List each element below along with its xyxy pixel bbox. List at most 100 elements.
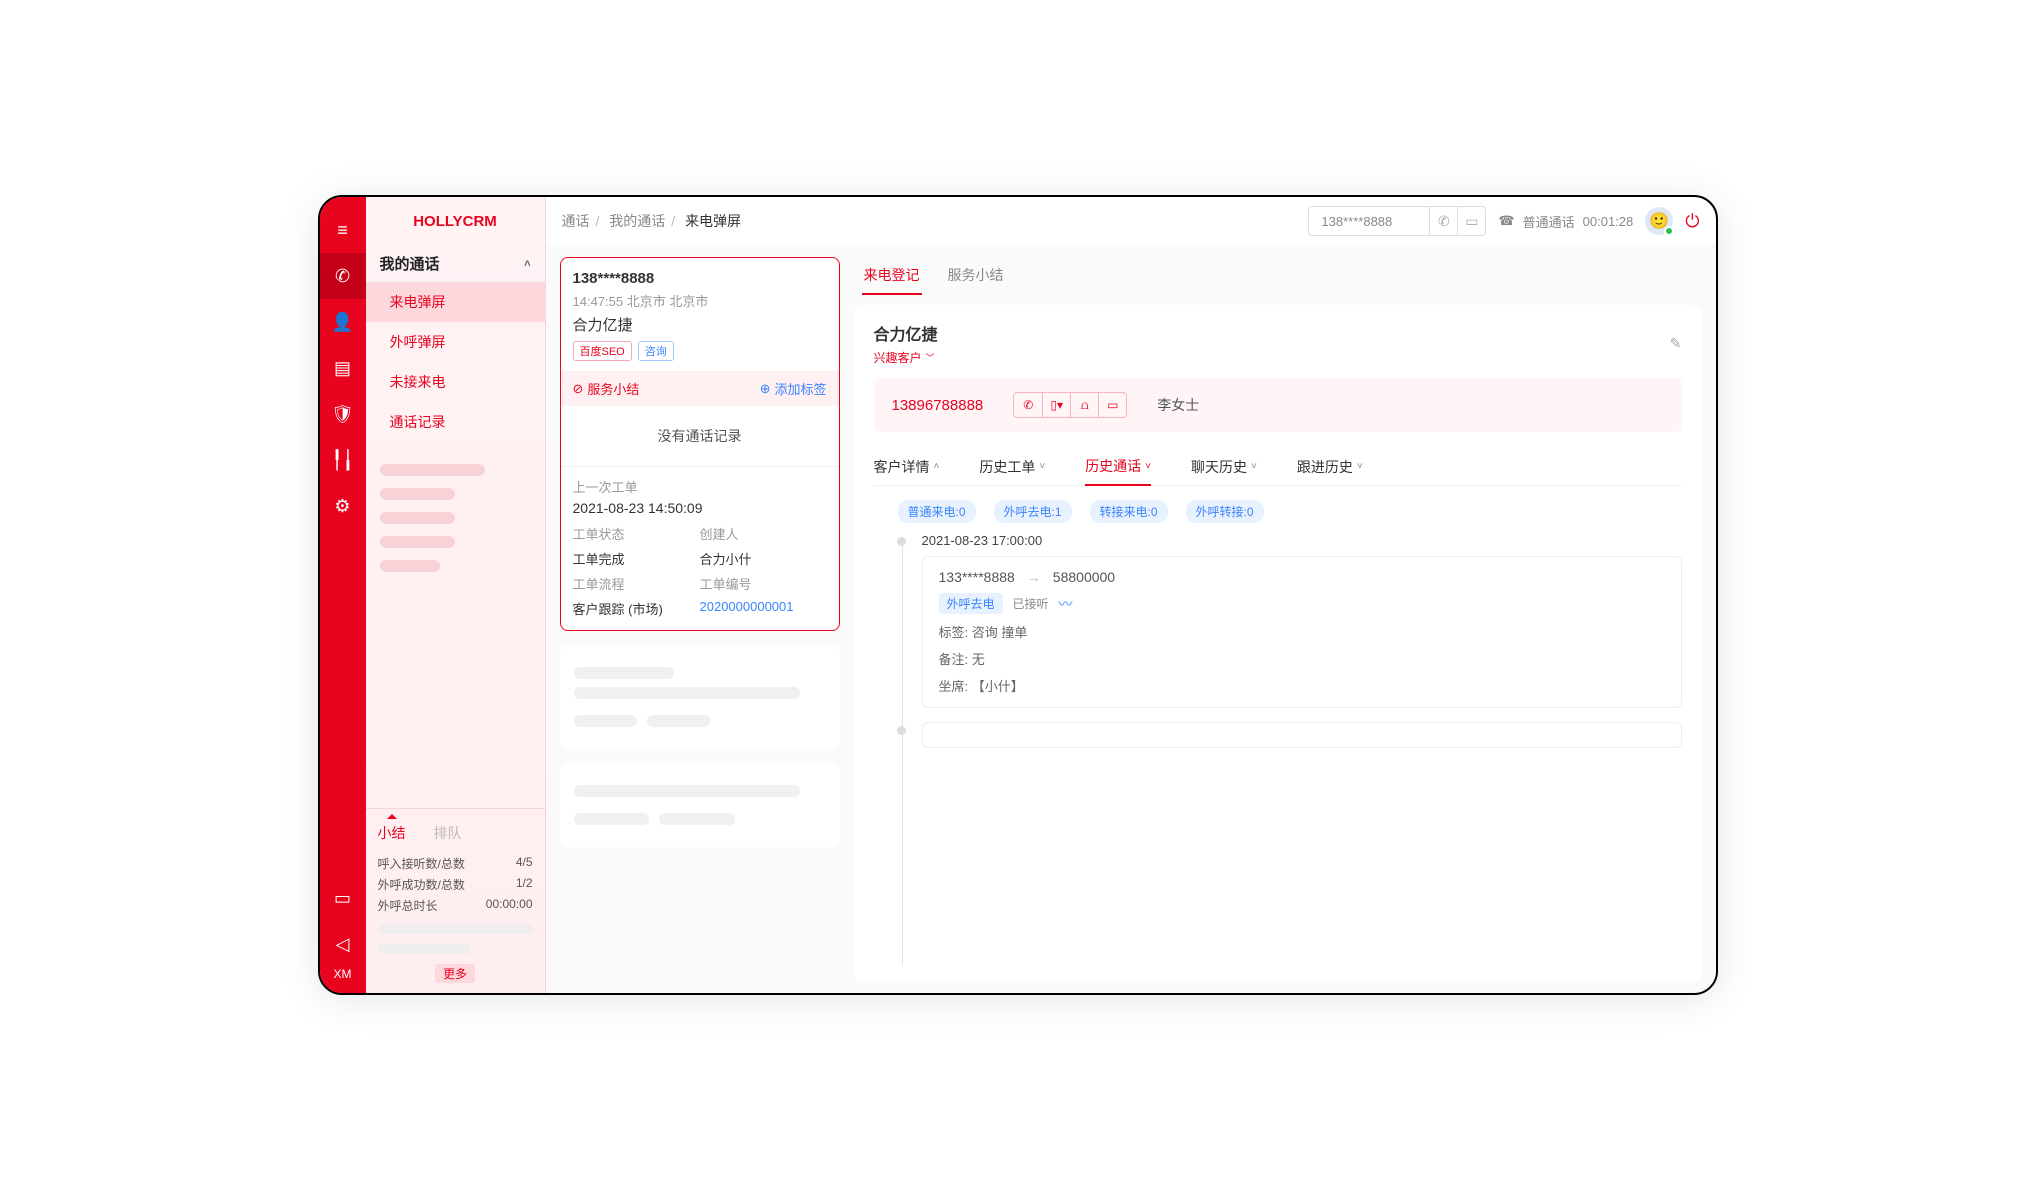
sidebar-item-outgoing-popup[interactable]: 外呼弹屏	[366, 322, 545, 362]
phone-status-icon: ☎	[1498, 213, 1514, 229]
pill-inbound[interactable]: 普通来电:0	[898, 500, 976, 523]
card-icon[interactable]: ▭	[1098, 393, 1126, 417]
contact-icon-group: ✆ ▯▾ ⩍ ▭	[1013, 392, 1127, 418]
bp-row-outbound: 外呼成功数/总数 1/2	[378, 876, 533, 893]
add-tag-button[interactable]: ⊕ 添加标签	[760, 379, 827, 398]
bottom-panel: 小结 排队 呼入接听数/总数 4/5 外呼成功数/总数 1/2 外呼总时长 00…	[366, 808, 545, 993]
call-icon[interactable]: ✆	[1014, 393, 1042, 417]
customer-phone: 13896788888	[892, 397, 984, 414]
sidebar-item-missed[interactable]: 未接来电	[366, 362, 545, 402]
person-icon[interactable]: ⩍	[1070, 393, 1098, 417]
subtab-follow-history[interactable]: 跟进历史˅	[1297, 448, 1363, 485]
dial-box: ✆ ▭	[1308, 206, 1486, 236]
call-status: ☎ 普通通话 00:01:28	[1498, 212, 1633, 231]
right-column: 来电登记 服务小结 合力亿捷 兴趣客户 ﹀ ✎	[854, 257, 1702, 981]
menu-icon[interactable]: ≡	[320, 207, 366, 253]
phone-icon[interactable]: ✆	[320, 253, 366, 299]
call-tags-row: 标签: 咨询 撞单	[939, 622, 1665, 641]
no-call-record: 没有通话记录	[573, 406, 827, 466]
call-type-tag: 外呼去电	[939, 593, 1003, 614]
bottom-tab-summary[interactable]: 小结	[378, 819, 406, 847]
subtab-customer-detail[interactable]: 客户详情˄	[874, 448, 940, 485]
skeleton-card-1	[560, 645, 840, 749]
content: 138****8888 14:47:55 北京市 北京市 合力亿捷 百度SEO …	[546, 245, 1716, 993]
gear-icon[interactable]: ⚙	[320, 483, 366, 529]
tag-baidu-seo: 百度SEO	[573, 341, 632, 361]
sidebar-group-mycalls[interactable]: 我的通话 ˄	[366, 245, 545, 282]
sub-tabs: 客户详情˄ 历史工单˅ 历史通话˅ 聊天历史˅ 跟进历史˅	[874, 448, 1682, 486]
dial-card-icon[interactable]: ▭	[1457, 207, 1485, 235]
customer-interest-tag[interactable]: 兴趣客户 ﹀	[874, 349, 938, 366]
call-from: 133****8888	[939, 569, 1015, 585]
service-summary-button[interactable]: ⊘ 服务小结	[573, 379, 640, 398]
pill-transfer-out[interactable]: 外呼转接:0	[1186, 500, 1264, 523]
plus-circle-icon: ⊕	[760, 381, 771, 397]
pill-transfer-in[interactable]: 转接来电:0	[1090, 500, 1168, 523]
tab-incoming-register[interactable]: 来电登记	[862, 257, 922, 295]
check-circle-icon: ⊘	[573, 381, 584, 397]
timeline-item: 2021-08-23 17:00:00 133****8888 → 588000…	[898, 533, 1682, 708]
chevron-down-icon: ﹀	[926, 351, 935, 364]
call-time-loc: 14:47:55 北京市 北京市	[573, 291, 827, 310]
subtab-chat-history[interactable]: 聊天历史˅	[1191, 448, 1257, 485]
call-company: 合力亿捷	[573, 314, 827, 335]
sidebar-item-incoming-popup[interactable]: 来电弹屏	[366, 282, 545, 322]
mobile-icon[interactable]: ▯▾	[1042, 393, 1070, 417]
tab-service-summary[interactable]: 服务小结	[946, 257, 1006, 295]
subtab-history-calls[interactable]: 历史通话˅	[1085, 448, 1151, 486]
app-frame: ≡ ✆ 👤 ▤ 🛡 ╿╽ ⚙ ▭ ◁ XM HOLLYCRM 我的通话 ˄ 来电…	[318, 195, 1718, 995]
active-call-card: 138****8888 14:47:55 北京市 北京市 合力亿捷 百度SEO …	[560, 257, 840, 631]
sidebar-group-label: 我的通话	[380, 253, 440, 274]
main-area: 通话/ 我的通话/ 来电弹屏 ✆ ▭ ☎ 普通通话 00:01:28 🙂 ⏻ 1…	[546, 197, 1716, 993]
shield-icon[interactable]: 🛡	[320, 391, 366, 437]
customer-owner: 李女士	[1157, 395, 1199, 415]
edit-icon[interactable]: ✎	[1670, 335, 1682, 352]
clipboard-icon[interactable]: ▤	[320, 345, 366, 391]
timeline-item-skeleton	[898, 722, 1682, 748]
pill-outbound[interactable]: 外呼去电:1	[994, 500, 1072, 523]
brand-logo: HOLLYCRM	[366, 197, 545, 245]
call-timeline: 2021-08-23 17:00:00 133****8888 → 588000…	[874, 533, 1682, 965]
call-status-tag: 已接听	[1013, 595, 1049, 612]
book-icon[interactable]: ▭	[320, 875, 366, 921]
main-tabs: 来电登记 服务小结	[854, 257, 1702, 295]
customer-detail-card: 合力亿捷 兴趣客户 ﹀ ✎ 13896788888 ✆ ▯▾	[854, 305, 1702, 981]
xm-label[interactable]: XM	[334, 967, 352, 981]
left-rail: ≡ ✆ 👤 ▤ 🛡 ╿╽ ⚙ ▭ ◁ XM	[320, 197, 366, 993]
audio-wave-icon[interactable]: 〰	[1059, 594, 1073, 614]
timeline-call-card: 133****8888 → 58800000 外呼去电 已接听 〰	[922, 556, 1682, 708]
skeleton-card-2	[560, 763, 840, 847]
call-note-row: 备注: 无	[939, 649, 1665, 668]
prev-ticket-time: 2021-08-23 14:50:09	[573, 500, 827, 516]
sidebar-item-callhistory[interactable]: 通话记录	[366, 402, 545, 442]
bottom-tab-queue[interactable]: 排队	[434, 819, 462, 847]
power-icon[interactable]: ⏻	[1685, 211, 1699, 232]
call-agent-row: 坐席: 【小什】	[939, 676, 1665, 695]
bp-row-duration: 外呼总时长 00:00:00	[378, 897, 533, 914]
call-type-pills: 普通来电:0 外呼去电:1 转接来电:0 外呼转接:0	[874, 500, 1682, 523]
dial-phone-icon[interactable]: ✆	[1429, 207, 1457, 235]
user-icon[interactable]: 👤	[320, 299, 366, 345]
call-action-bar: ⊘ 服务小结 ⊕ 添加标签	[561, 371, 839, 406]
call-to: 58800000	[1053, 569, 1115, 585]
left-column: 138****8888 14:47:55 北京市 北京市 合力亿捷 百度SEO …	[560, 257, 840, 981]
avatar[interactable]: 🙂	[1645, 207, 1673, 235]
breadcrumb: 通话/ 我的通话/ 来电弹屏	[562, 211, 742, 231]
chart-icon[interactable]: ╿╽	[320, 437, 366, 483]
chevron-up-icon: ˄	[524, 258, 530, 270]
sidebar-skeleton	[366, 442, 545, 594]
presence-dot	[1664, 226, 1674, 236]
ticket-number-link[interactable]: 2020000000001	[700, 599, 827, 618]
customer-name: 合力亿捷	[874, 321, 938, 345]
dial-input[interactable]	[1309, 214, 1429, 229]
bp-row-inbound: 呼入接听数/总数 4/5	[378, 855, 533, 872]
tag-consult: 咨询	[638, 341, 674, 361]
customer-contact-box: 13896788888 ✆ ▯▾ ⩍ ▭ 李女士	[874, 378, 1682, 432]
ticket-kv: 工单状态创建人 工单完成合力小什 工单流程工单编号 客户跟踪 (市场) 2020…	[573, 524, 827, 618]
announce-icon[interactable]: ◁	[320, 921, 366, 967]
topbar: 通话/ 我的通话/ 来电弹屏 ✆ ▭ ☎ 普通通话 00:01:28 🙂 ⏻	[546, 197, 1716, 245]
call-phone: 138****8888	[573, 270, 827, 287]
sidebar: HOLLYCRM 我的通话 ˄ 来电弹屏 外呼弹屏 未接来电 通话记录 小结 排…	[366, 197, 546, 993]
subtab-history-tickets[interactable]: 历史工单˅	[979, 448, 1045, 485]
bottom-more-button[interactable]: 更多	[435, 964, 475, 983]
